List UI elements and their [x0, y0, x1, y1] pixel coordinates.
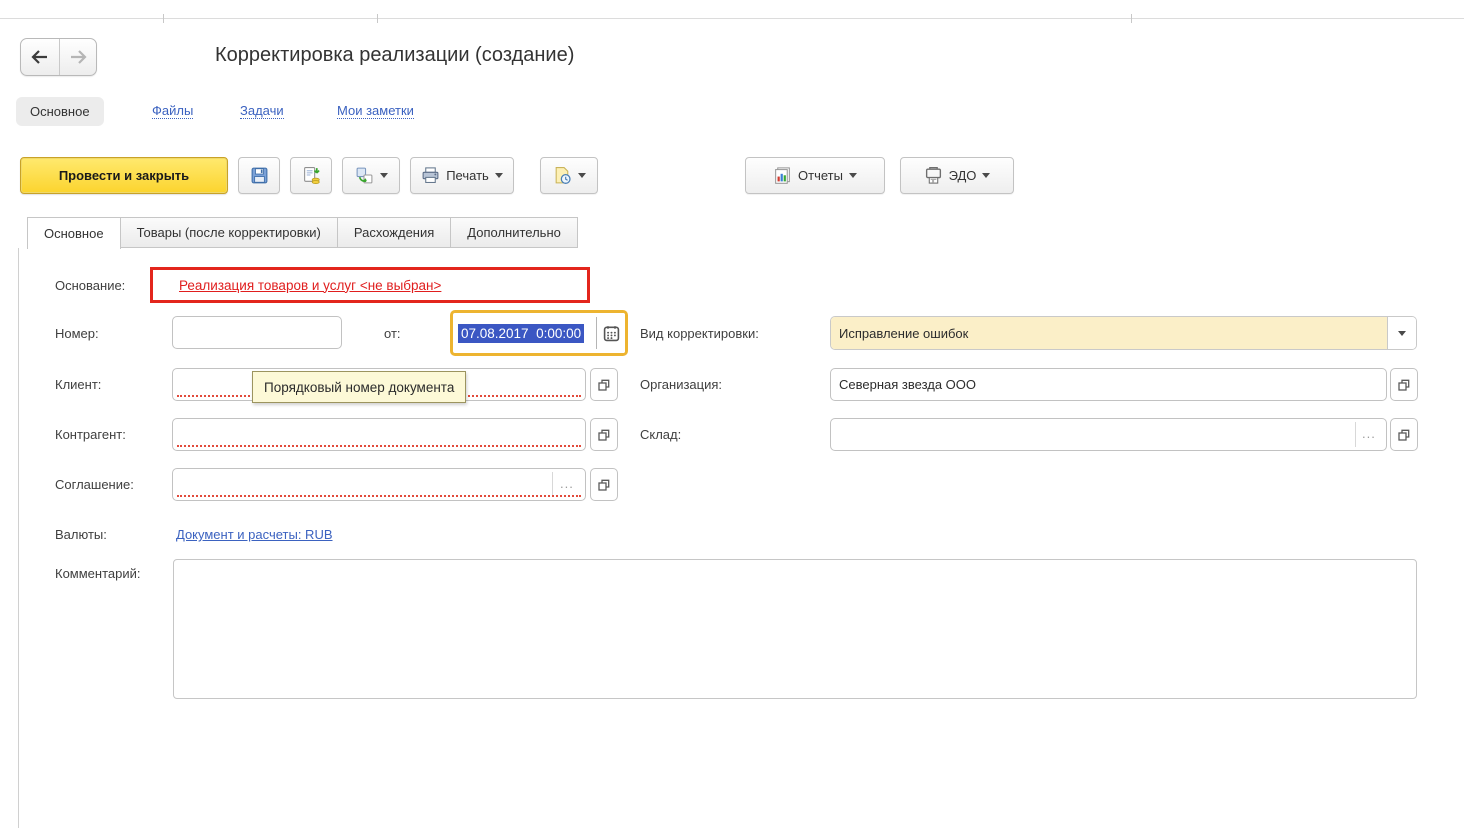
agreement-required-underline: [177, 495, 581, 497]
number-label: Номер:: [55, 326, 99, 341]
calendar-icon: [603, 325, 620, 342]
create-based-on-icon: [355, 166, 374, 185]
correction-kind-label: Вид корректировки:: [640, 326, 759, 341]
number-tooltip: Порядковый номер документа: [252, 371, 466, 403]
back-button[interactable]: [21, 39, 59, 75]
forward-arrow-icon: [69, 50, 87, 64]
agreement-open-button[interactable]: [590, 468, 618, 501]
create-based-on-button[interactable]: [342, 157, 400, 194]
document-schedule-button[interactable]: [540, 157, 598, 194]
open-form-icon: [597, 428, 611, 442]
tab-additional[interactable]: Дополнительно: [450, 217, 578, 248]
client-label: Клиент:: [55, 377, 101, 392]
basis-validation-box: Реализация товаров и услуг <не выбран>: [150, 267, 590, 303]
tooltip-text: Порядковый номер документа: [264, 380, 454, 395]
warehouse-label: Склад:: [640, 427, 681, 442]
comment-label: Комментарий:: [55, 566, 141, 581]
svg-text:я: я: [931, 180, 934, 185]
correction-kind-value[interactable]: Исправление ошибок: [831, 317, 1387, 349]
date-from-label: от:: [384, 326, 401, 341]
top-chrome-line: [0, 18, 1464, 19]
history-nav: [20, 38, 97, 76]
warehouse-select-ellipsis-button[interactable]: ...: [1362, 426, 1376, 441]
client-open-button[interactable]: [590, 368, 618, 401]
back-arrow-icon: [31, 50, 49, 64]
warehouse-open-button[interactable]: [1390, 418, 1418, 451]
page-title: Корректировка реализации (создание): [215, 44, 574, 67]
warehouse-input[interactable]: [830, 418, 1387, 451]
print-label: Печать: [446, 168, 489, 183]
print-icon: [421, 166, 440, 185]
print-button[interactable]: Печать: [410, 157, 514, 194]
warehouse-inner-separator: [1355, 422, 1356, 447]
chrome-tick: [163, 14, 164, 23]
date-selected-text: 07.08.2017 0:00:00: [458, 324, 584, 343]
number-input[interactable]: [172, 316, 342, 349]
correction-kind-combo: Исправление ошибок: [830, 316, 1417, 350]
organization-open-button[interactable]: [1390, 368, 1418, 401]
tab-discrepancies[interactable]: Расхождения: [337, 217, 451, 248]
reports-label: Отчеты: [798, 168, 843, 183]
forward-button[interactable]: [59, 39, 97, 75]
save-icon: [250, 166, 269, 185]
document-clock-icon: [553, 166, 572, 185]
basis-link[interactable]: Реализация товаров и услуг <не выбран>: [179, 278, 441, 293]
edo-stamp-icon: я: [924, 166, 943, 185]
open-form-icon: [1397, 378, 1411, 392]
currencies-label: Валюты:: [55, 527, 107, 542]
open-form-icon: [597, 478, 611, 492]
agreement-label: Соглашение:: [55, 477, 134, 492]
chevron-down-icon: [380, 173, 388, 178]
post-and-close-label: Провести и закрыть: [59, 168, 189, 183]
open-form-icon: [597, 378, 611, 392]
counterparty-open-button[interactable]: [590, 418, 618, 451]
tab-goods-after-correction[interactable]: Товары (после корректировки): [120, 217, 338, 248]
window: Корректировка реализации (создание) Осно…: [0, 0, 1464, 828]
date-field-group: 07.08.2017 0:00:00: [450, 310, 628, 356]
calendar-button[interactable]: [597, 313, 625, 353]
open-form-icon: [1397, 428, 1411, 442]
chevron-down-icon: [578, 173, 586, 178]
comment-input[interactable]: [173, 559, 1417, 699]
post-document-button[interactable]: [290, 157, 332, 194]
nav-main-active[interactable]: Основное: [16, 97, 104, 126]
content-left-border: [18, 248, 19, 828]
chrome-tick: [1131, 14, 1132, 23]
post-and-close-button[interactable]: Провести и закрыть: [20, 157, 228, 194]
counterparty-required-underline: [177, 445, 581, 447]
nav-link-files[interactable]: Файлы: [152, 103, 193, 119]
organization-input[interactable]: [830, 368, 1387, 401]
chevron-down-icon: [495, 173, 503, 178]
edo-label: ЭДО: [949, 168, 977, 183]
chevron-down-icon: [849, 173, 857, 178]
form-tabs: Основное Товары (после корректировки) Ра…: [28, 217, 578, 248]
agreement-inner-separator: [552, 472, 553, 497]
reports-button[interactable]: Отчеты: [745, 157, 885, 194]
chevron-down-icon: [982, 173, 990, 178]
chevron-down-icon: [1398, 331, 1406, 336]
correction-kind-dropdown-button[interactable]: [1387, 317, 1416, 349]
tab-main[interactable]: Основное: [27, 217, 121, 249]
nav-link-notes[interactable]: Мои заметки: [337, 103, 414, 119]
chrome-tick: [377, 14, 378, 23]
nav-link-tasks[interactable]: Задачи: [240, 103, 284, 119]
basis-label: Основание:: [55, 278, 125, 293]
reports-icon: [773, 166, 792, 185]
save-button[interactable]: [238, 157, 280, 194]
currencies-link[interactable]: Документ и расчеты: RUB: [176, 527, 333, 542]
date-input[interactable]: 07.08.2017 0:00:00: [453, 313, 596, 353]
edo-button[interactable]: я ЭДО: [900, 157, 1014, 194]
agreement-select-ellipsis-button[interactable]: ...: [560, 476, 574, 491]
counterparty-label: Контрагент:: [55, 427, 126, 442]
organization-label: Организация:: [640, 377, 722, 392]
section-linkbar: Основное Файлы Задачи Мои заметки: [16, 96, 104, 127]
post-document-icon: [302, 166, 321, 185]
